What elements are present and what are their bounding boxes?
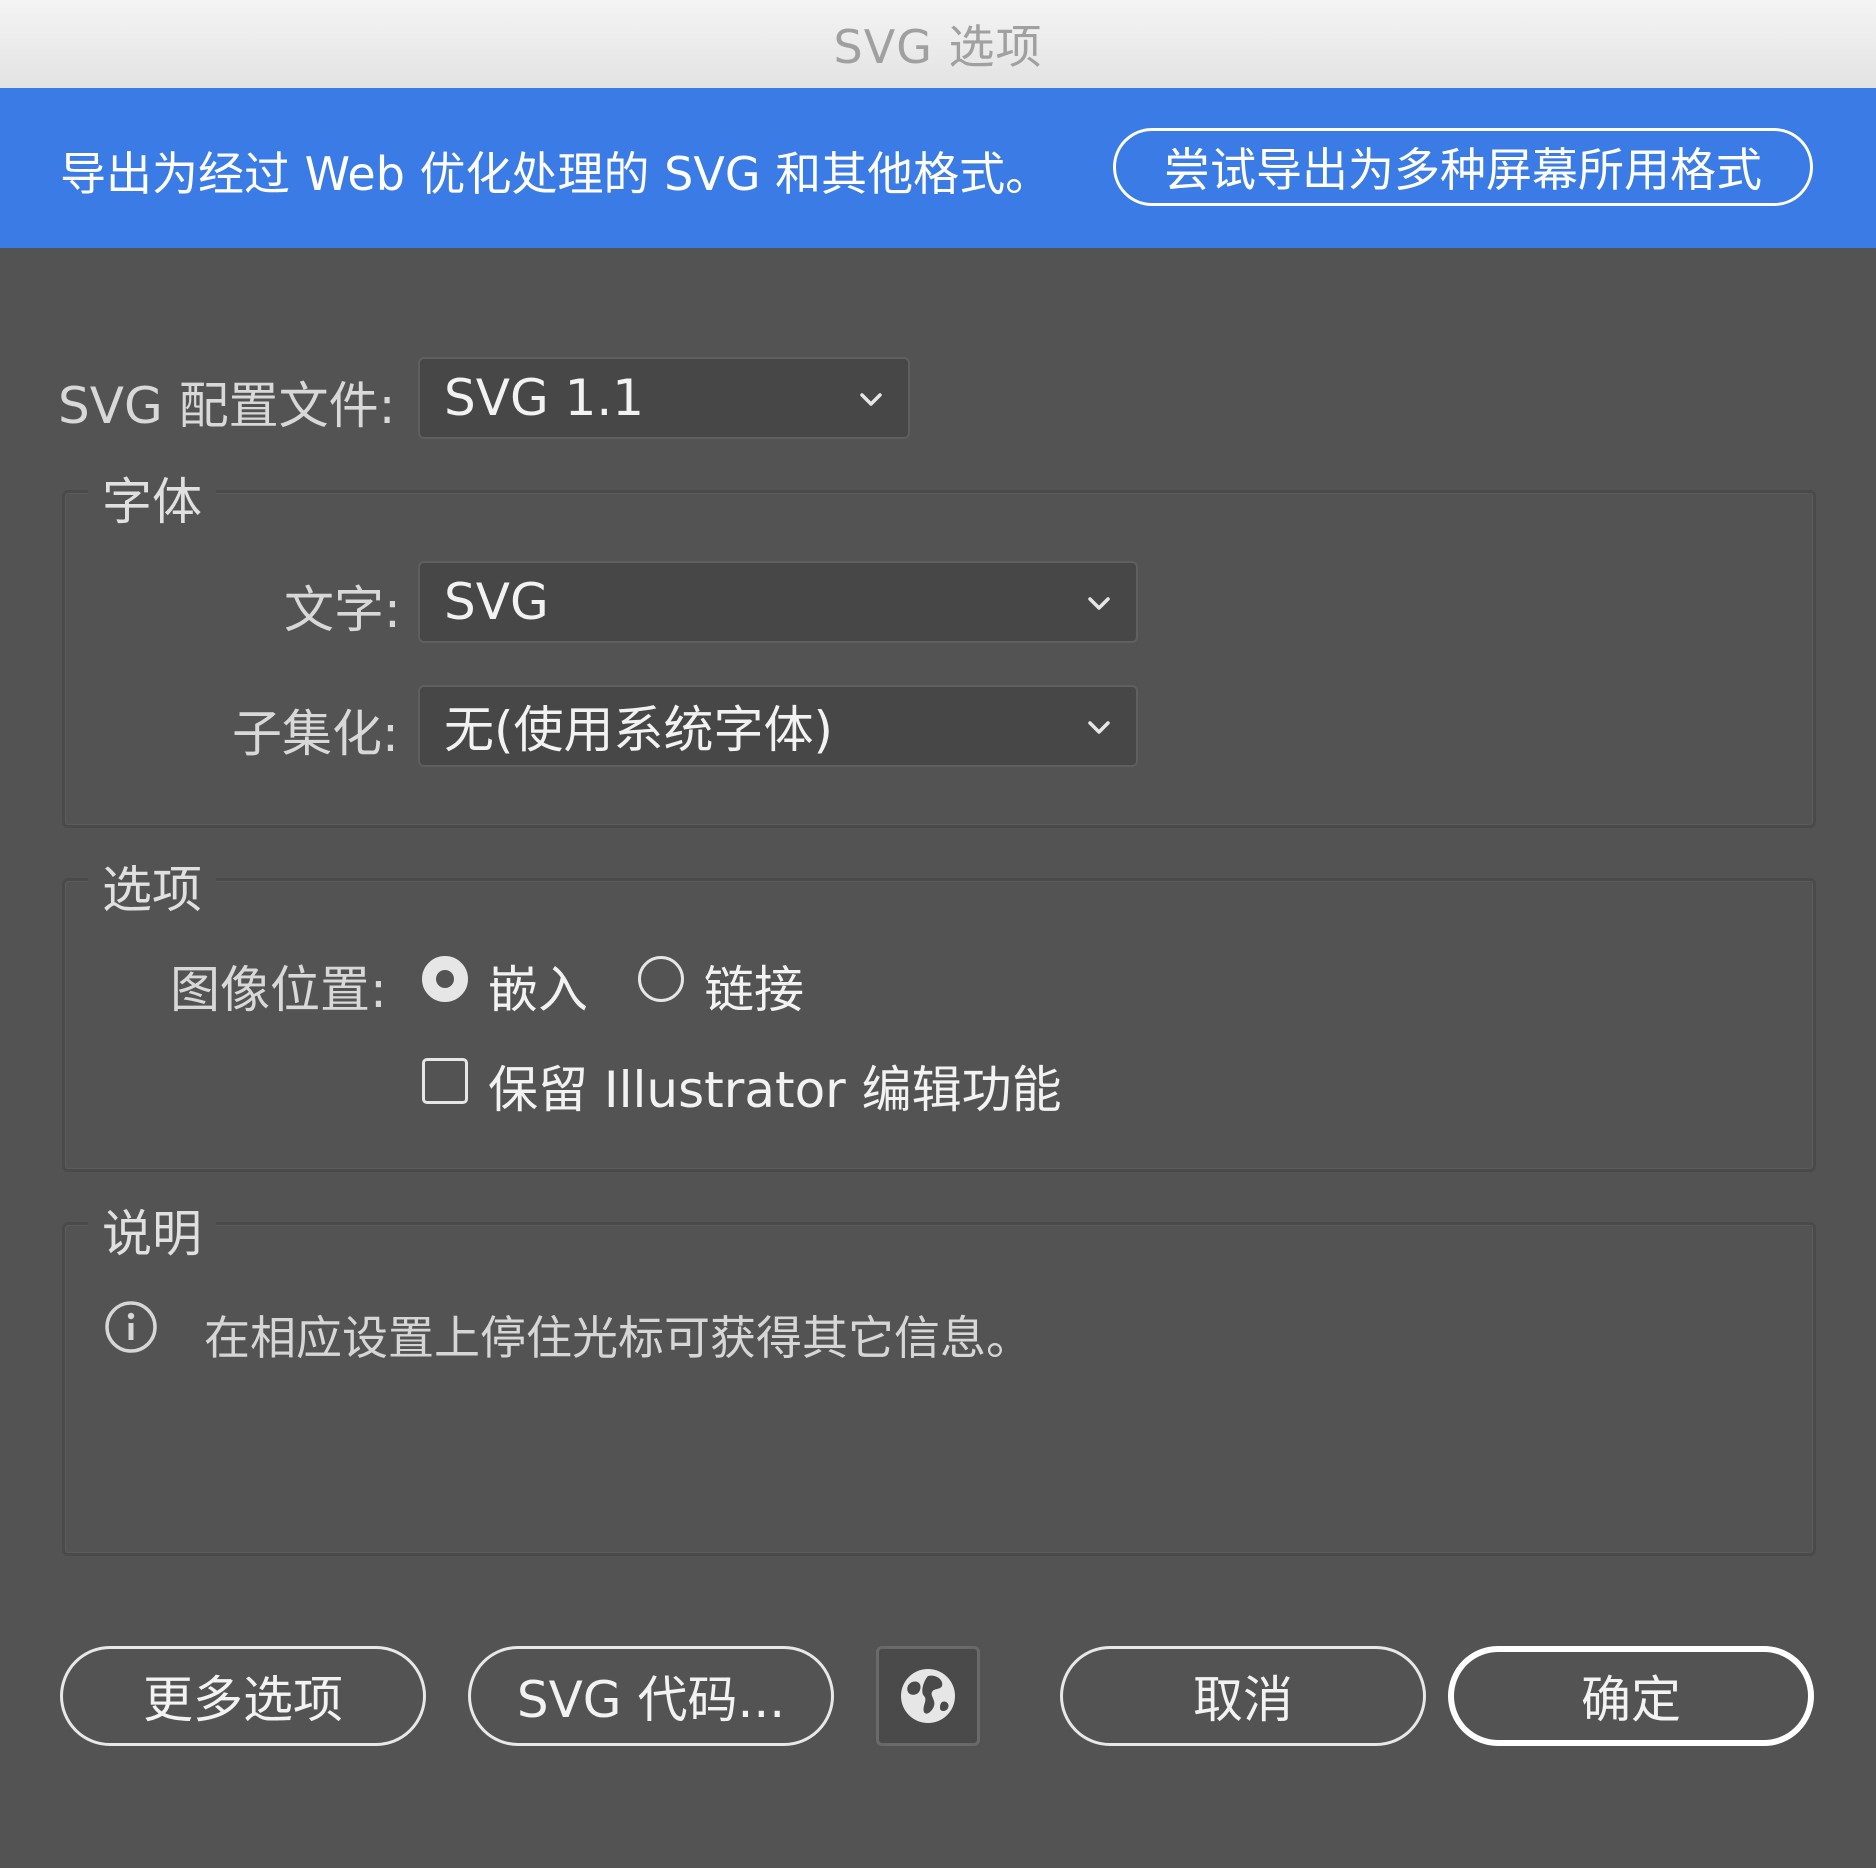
try-export-for-screens-button[interactable]: 尝试导出为多种屏幕所用格式 <box>1113 128 1813 206</box>
info-icon <box>105 1301 157 1353</box>
embed-radio-label[interactable]: 嵌入 <box>488 950 588 1022</box>
link-radio[interactable] <box>638 956 684 1002</box>
subset-value: 无(使用系统字体) <box>444 701 834 759</box>
window-title: SVG 选项 <box>833 20 1043 74</box>
subset-dropdown[interactable]: 无(使用系统字体) <box>418 685 1138 767</box>
fonts-group <box>62 490 1816 828</box>
chevron-down-icon <box>860 393 882 406</box>
window-title-bar: SVG 选项 <box>0 0 1876 89</box>
description-text: 在相应设置上停住光标可获得其它信息。 <box>204 1311 1032 1365</box>
preserve-illustrator-editing-label[interactable]: 保留 Illustrator 编辑功能 <box>488 1050 1062 1122</box>
type-label: 文字: <box>284 581 401 639</box>
chevron-down-icon <box>1088 597 1110 610</box>
embed-radio[interactable] <box>422 956 468 1002</box>
ok-button[interactable]: 确定 <box>1448 1646 1814 1746</box>
chevron-down-icon <box>1088 721 1110 734</box>
svg-profile-value: SVG 1.1 <box>444 369 645 427</box>
globe-icon <box>901 1669 955 1723</box>
type-value: SVG <box>444 573 549 631</box>
options-group <box>62 878 1816 1172</box>
globe-button[interactable] <box>876 1646 980 1746</box>
svg-code-button[interactable]: SVG 代码... <box>468 1646 834 1746</box>
fonts-group-title: 字体 <box>88 462 216 534</box>
options-group-title: 选项 <box>88 850 216 922</box>
svg-profile-dropdown[interactable]: SVG 1.1 <box>418 357 910 439</box>
description-group <box>62 1222 1816 1556</box>
preserve-illustrator-editing-checkbox[interactable] <box>422 1058 468 1104</box>
type-dropdown[interactable]: SVG <box>418 561 1138 643</box>
more-options-button[interactable]: 更多选项 <box>60 1646 426 1746</box>
description-group-title: 说明 <box>88 1194 216 1266</box>
image-location-label: 图像位置: <box>170 961 387 1019</box>
cancel-button[interactable]: 取消 <box>1060 1646 1426 1746</box>
subset-label: 子集化: <box>232 705 399 763</box>
svg-profile-label: SVG 配置文件: <box>58 377 396 435</box>
banner-text: 导出为经过 Web 优化处理的 SVG 和其他格式。 <box>60 147 1052 201</box>
link-radio-label[interactable]: 链接 <box>704 950 804 1022</box>
